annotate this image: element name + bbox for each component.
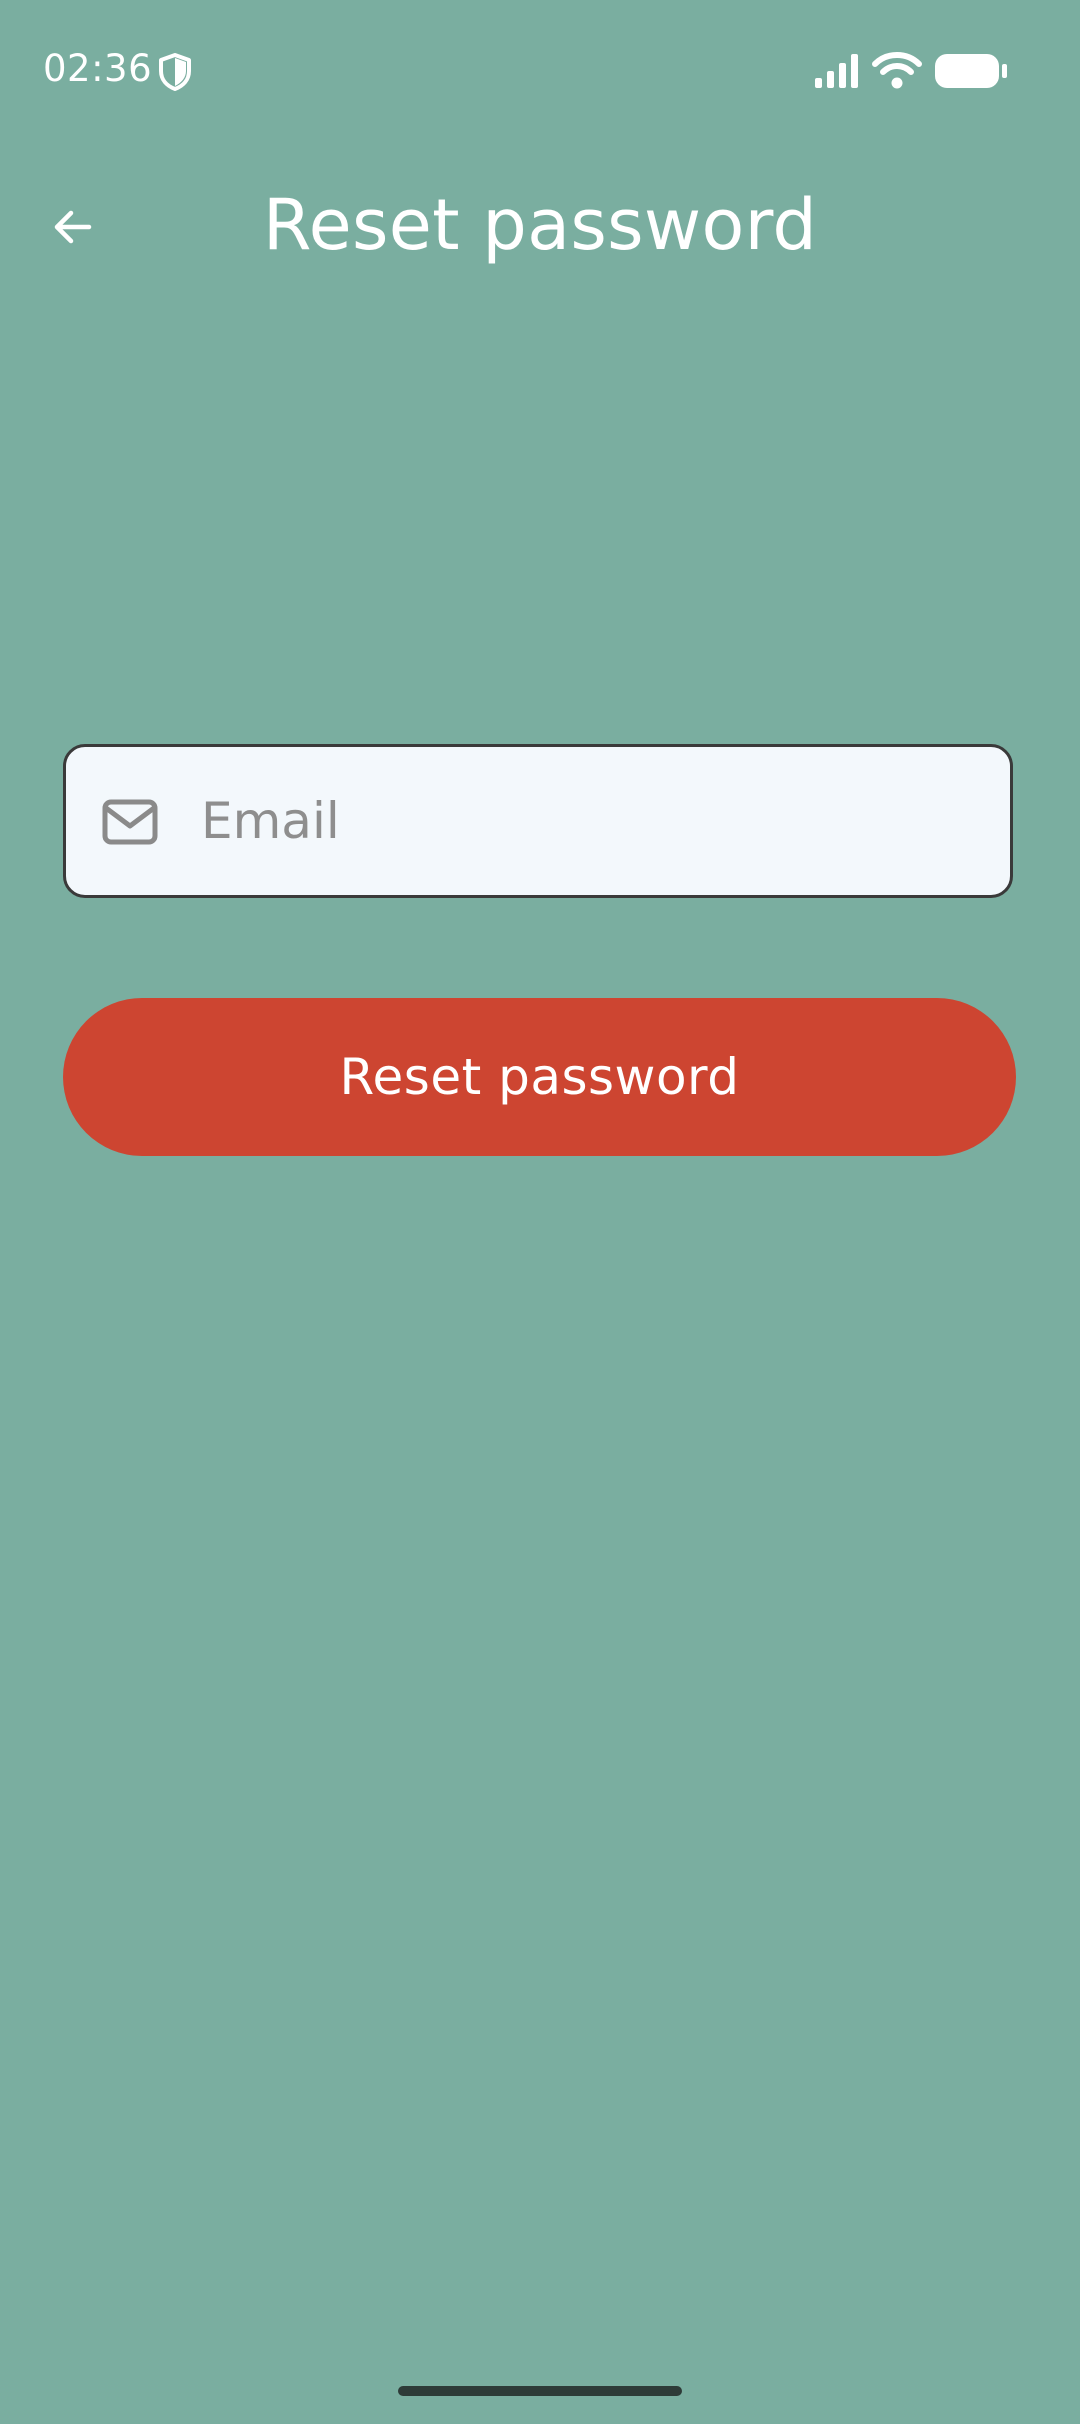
status-bar: 02:36 xyxy=(0,0,1080,140)
mail-icon xyxy=(102,799,158,845)
status-time: 02:36 xyxy=(43,47,153,90)
wifi-icon xyxy=(872,52,922,89)
page-title: Reset password xyxy=(262,184,818,266)
email-input[interactable] xyxy=(201,747,991,895)
home-indicator[interactable] xyxy=(398,2386,682,2396)
app-bar: Reset password xyxy=(0,150,1080,300)
email-field[interactable] xyxy=(63,744,1013,898)
signal-icon xyxy=(815,54,858,88)
shield-icon xyxy=(159,53,191,91)
battery-icon xyxy=(935,54,1007,88)
reset-password-button[interactable]: Reset password xyxy=(63,998,1016,1156)
